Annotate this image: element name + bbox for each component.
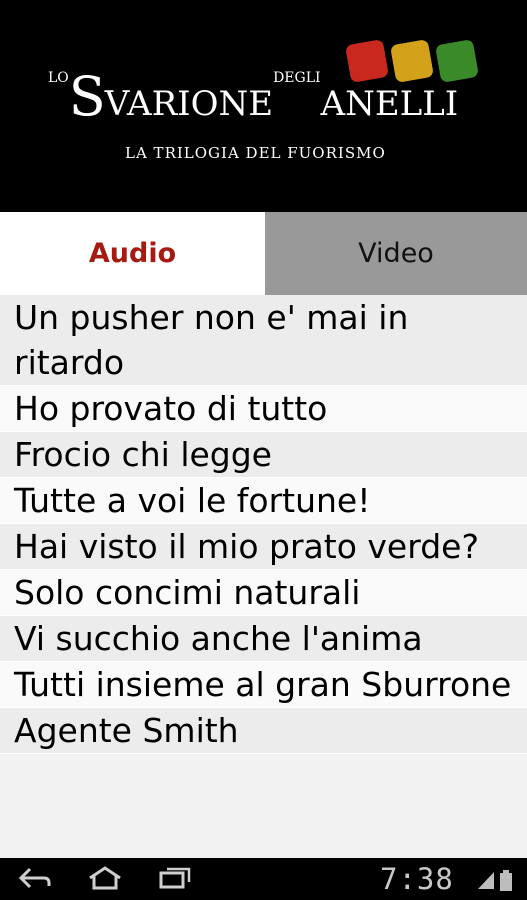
list-item[interactable]: Vi succhio anche l'anima — [0, 616, 527, 662]
signal-icon — [478, 872, 494, 889]
app-header: LOSVARIONEDEGLIANELLI LA TRILOGIA DEL FU… — [0, 0, 527, 212]
tab-audio[interactable]: Audio — [0, 212, 265, 295]
back-icon[interactable] — [18, 866, 52, 890]
recent-apps-icon[interactable] — [158, 866, 192, 890]
list-item[interactable]: Tutti insieme al gran Sburrone — [0, 662, 527, 708]
app-logo: LOSVARIONEDEGLIANELLI LA TRILOGIA DEL FU… — [0, 0, 527, 212]
logo-subtitle: LA TRILOGIA DEL FUORISMO — [125, 144, 386, 162]
logo-word-degli: DEGLI — [273, 70, 321, 86]
logo-word-anelli: ANELLI — [320, 84, 459, 124]
list-item[interactable]: Ho provato di tutto — [0, 386, 527, 432]
battery-icon — [500, 870, 512, 891]
system-nav-bar: 7:38 — [0, 858, 527, 900]
logo-word-varione: VARIONE — [104, 84, 274, 124]
logo-word-lo: LO — [48, 70, 69, 86]
audio-list: Un pusher non e' mai in ritardo Ho prova… — [0, 295, 527, 858]
logo-letter-s: S — [68, 65, 106, 128]
tab-bar: Audio Video — [0, 212, 527, 295]
list-item[interactable]: Hai visto il mio prato verde? — [0, 524, 527, 570]
list-item[interactable]: Frocio chi legge — [0, 432, 527, 478]
list-item[interactable]: Agente Smith — [0, 708, 527, 754]
tab-video[interactable]: Video — [265, 212, 527, 295]
list-item[interactable]: Tutte a voi le fortune! — [0, 478, 527, 524]
list-item[interactable]: Un pusher non e' mai in ritardo — [0, 295, 527, 386]
logo-title: LOSVARIONEDEGLIANELLI — [48, 70, 459, 125]
home-icon[interactable] — [86, 866, 124, 890]
list-item[interactable]: Solo concimi naturali — [0, 570, 527, 616]
status-clock: 7:38 — [380, 862, 454, 896]
